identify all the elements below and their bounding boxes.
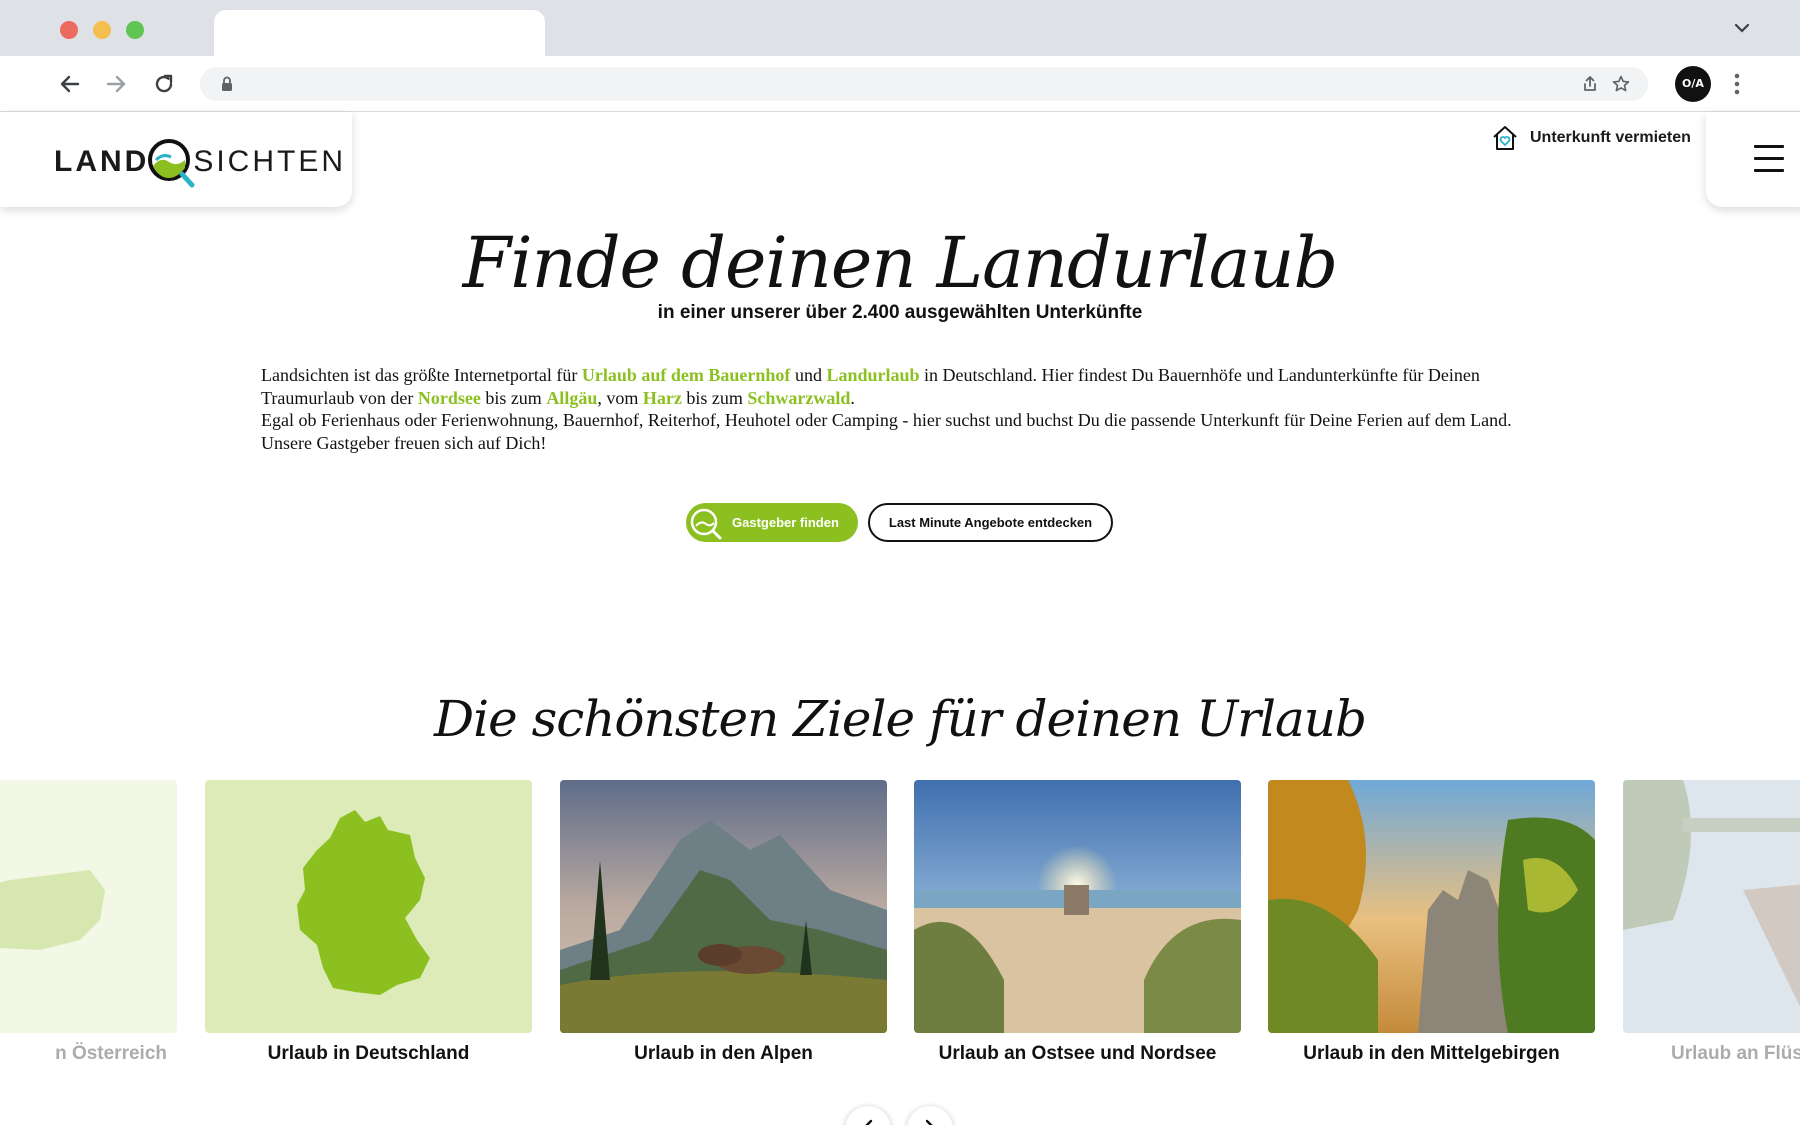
share-icon[interactable]: [1580, 74, 1600, 94]
chevron-right-icon: [925, 1119, 933, 1125]
main-menu-button[interactable]: [1706, 112, 1800, 207]
chevron-left-icon: [865, 1119, 873, 1125]
forward-button[interactable]: [102, 70, 130, 98]
carousel-prev-button[interactable]: [845, 1106, 891, 1125]
find-hosts-button[interactable]: Gastgeber finden: [686, 503, 858, 542]
beach-photo: [914, 780, 1241, 1033]
reload-icon: [155, 74, 173, 93]
lock-icon: [222, 76, 232, 91]
page-subtitle: in einer unserer über 2.400 ausgewählten…: [657, 302, 1143, 323]
destination-card-alpen[interactable]: Urlaub in den Alpen: [560, 780, 887, 1065]
destination-card-fluesse[interactable]: Urlaub an Flüss: [1623, 780, 1800, 1065]
intro-text-segment: bis zum: [480, 387, 547, 408]
arrow-right-icon: [106, 75, 126, 93]
magnifier-icon: [690, 508, 722, 539]
arrow-left-icon: [60, 75, 80, 93]
austria-map-image: [0, 780, 177, 1033]
back-button[interactable]: [56, 70, 84, 98]
house-heart-icon: [1493, 126, 1517, 150]
intro-text-segment: .: [850, 387, 855, 408]
intro-text: Landsichten ist das größte Internetporta…: [261, 364, 1531, 454]
chevron-down-icon[interactable]: [1732, 18, 1752, 38]
browser-tab-bar: [0, 0, 1800, 56]
intro-paragraph-3: Unsere Gastgeber freuen sich auf Dich!: [261, 432, 547, 453]
logo-card: LAND SICHTEN: [0, 112, 352, 207]
link-urlaub-auf-dem-bauernhof[interactable]: Urlaub auf dem Bauernhof: [582, 365, 791, 385]
mountains-photo: [1268, 780, 1595, 1033]
destination-label: Urlaub in den Alpen: [634, 1043, 813, 1064]
destination-card-mittelgebirge[interactable]: Urlaub in den Mittelgebirgen: [1268, 780, 1595, 1065]
rent-link-label: Unterkunft vermieten: [1530, 129, 1691, 146]
hamburger-menu-icon: [1754, 145, 1784, 173]
destination-label: Urlaub an Flüss: [1671, 1043, 1800, 1064]
destination-card-deutschland[interactable]: Urlaub in Deutschland: [205, 780, 532, 1065]
find-hosts-label: Gastgeber finden: [732, 515, 839, 530]
address-bar[interactable]: [200, 67, 1648, 101]
last-minute-button[interactable]: Last Minute Angebote entdecken: [868, 503, 1113, 542]
germany-map-image: [205, 780, 532, 1033]
destination-card-ostsee-nordsee[interactable]: Urlaub an Ostsee und Nordsee: [914, 780, 1241, 1065]
intro-paragraph-1: Landsichten ist das größte Internetporta…: [261, 364, 1531, 409]
logo-text-land: LAND: [54, 145, 150, 178]
link-allgaeu[interactable]: Allgäu: [546, 388, 597, 408]
rent-accommodation-link[interactable]: Unterkunft vermieten: [1490, 122, 1691, 154]
intro-text-segment: Landsichten ist das größte Internetporta…: [261, 365, 582, 385]
intro-paragraph-2: Egal ob Ferienhaus oder Ferienwohnung, B…: [261, 410, 1512, 430]
logo-text-sichten: SICHTEN: [193, 145, 347, 178]
page-title: Finde deinen Landurlaub: [462, 222, 1339, 304]
more-vert-icon[interactable]: [1728, 70, 1746, 98]
active-browser-tab[interactable]: [214, 10, 545, 56]
site-logo[interactable]: LAND SICHTEN: [54, 136, 346, 188]
link-schwarzwald[interactable]: Schwarzwald: [747, 388, 850, 408]
link-nordsee[interactable]: Nordsee: [418, 388, 481, 408]
maximize-window-button[interactable]: [126, 21, 144, 39]
destination-label: Urlaub in Deutschland: [267, 1043, 470, 1064]
browser-toolbar: O/A: [0, 56, 1800, 112]
alps-photo: [560, 780, 887, 1033]
destinations-title: Die schönsten Ziele für deinen Urlaub: [434, 690, 1367, 748]
minimize-window-button[interactable]: [93, 21, 111, 39]
intro-text-segment: und: [790, 365, 827, 385]
link-harz[interactable]: Harz: [643, 388, 682, 408]
magnifier-logo-icon: [148, 139, 195, 188]
intro-text-segment: bis zum: [681, 387, 748, 408]
profile-avatar[interactable]: O/A: [1675, 66, 1711, 102]
intro-text-segment: , vom: [597, 387, 643, 408]
destination-label: Urlaub an Ostsee und Nordsee: [938, 1043, 1217, 1064]
destination-card-oesterreich[interactable]: n Österreich: [0, 780, 177, 1065]
destination-label: n Österreich: [55, 1043, 167, 1064]
carousel-next-button[interactable]: [907, 1106, 953, 1125]
link-landurlaub[interactable]: Landurlaub: [826, 365, 919, 385]
close-window-button[interactable]: [60, 21, 78, 39]
destination-label: Urlaub in den Mittelgebirgen: [1303, 1043, 1560, 1064]
river-photo: [1623, 780, 1800, 1033]
reload-button[interactable]: [150, 70, 178, 98]
star-icon[interactable]: [1611, 74, 1631, 94]
